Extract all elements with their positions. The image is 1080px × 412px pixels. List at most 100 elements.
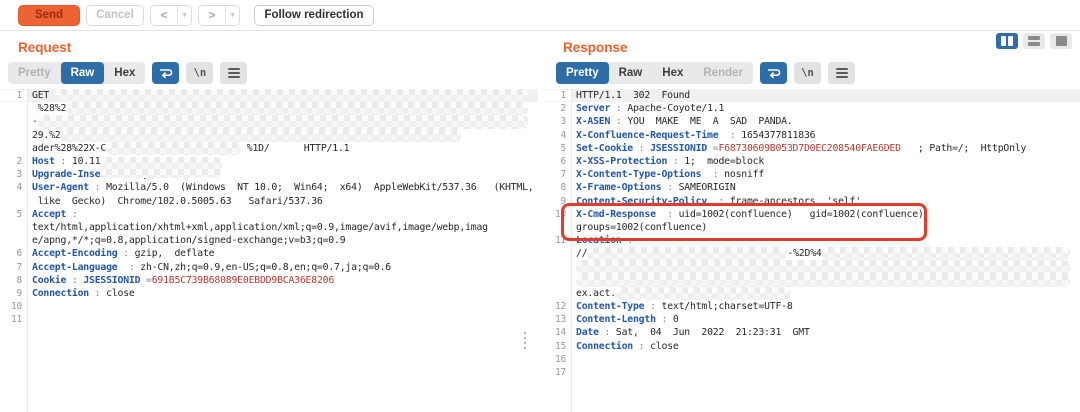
cancel-button[interactable]: Cancel bbox=[86, 5, 144, 26]
show-newlines-button[interactable]: \n bbox=[186, 62, 213, 84]
header-value: HTTP/1.1 302 Found bbox=[576, 90, 690, 101]
wrap-lines-icon bbox=[158, 67, 173, 79]
back-arrow-icon: < bbox=[151, 8, 177, 22]
code-line: 1 HTTP/1.1 302 Found bbox=[544, 89, 1080, 102]
redacted-region bbox=[587, 247, 787, 260]
header-value: : bbox=[718, 130, 741, 141]
line-number: 3 bbox=[0, 169, 27, 180]
line-number: 10 bbox=[544, 209, 571, 220]
header-value: e/apng,*/*;q=0.8,application/signed-exch… bbox=[32, 235, 345, 246]
code-line: %28%2 bbox=[0, 102, 538, 115]
header-value: : bbox=[55, 156, 72, 167]
header-name: Date bbox=[576, 327, 599, 338]
forward-dropdown-caret-icon[interactable]: ▾ bbox=[225, 6, 239, 25]
line-number: 9 bbox=[0, 288, 27, 299]
newline-icon: \n bbox=[194, 67, 207, 79]
header-name: X-Cmd-Response bbox=[576, 209, 656, 220]
send-button[interactable]: Send bbox=[18, 5, 80, 26]
highlighted-value: F68730609B053D7D0EC208540FAE6DED bbox=[718, 143, 900, 154]
tab-response-hex[interactable]: Hex bbox=[652, 62, 693, 84]
code-line: 8X-Frame-Options : SAMEORIGIN bbox=[544, 181, 1080, 194]
header-value: frame-ancestors 'self' bbox=[730, 196, 861, 207]
code-line: 17 bbox=[544, 366, 1080, 379]
header-value: like Gecko) Chrome/102.0.5005.63 Safari/… bbox=[32, 196, 323, 207]
code-line: ader%28%22X-C %1D/ HTTP/1.1 bbox=[0, 142, 538, 155]
code-line: //-%2D%4 bbox=[544, 247, 1080, 260]
line-number: 4 bbox=[544, 130, 571, 141]
tab-response-raw[interactable]: Raw bbox=[609, 62, 653, 84]
code-line bbox=[544, 274, 1080, 287]
editor-menu-button[interactable] bbox=[828, 62, 855, 84]
response-editor[interactable]: 1 HTTP/1.1 302 Found2Server : Apache-Coyo… bbox=[544, 89, 1080, 412]
line-number: 5 bbox=[0, 209, 27, 220]
line-number: 9 bbox=[544, 196, 571, 207]
redacted-region bbox=[61, 129, 461, 142]
code-line: 11 bbox=[0, 313, 538, 326]
history-back-button[interactable]: < ▾ bbox=[150, 5, 192, 26]
header-value: : bbox=[117, 248, 134, 259]
follow-redirection-button[interactable]: Follow redirection bbox=[254, 5, 374, 26]
code-line: 2Host : 10.11 bbox=[0, 155, 538, 168]
tab-request-hex[interactable]: Hex bbox=[104, 62, 145, 84]
header-value: : bbox=[89, 288, 106, 299]
header-value: Mozilla/5.0 (Windows NT 10.0; Win64; x64… bbox=[106, 182, 533, 193]
line-number: 7 bbox=[0, 262, 27, 273]
header-value: gzip, deflate bbox=[135, 248, 215, 259]
panel-splitter-handle[interactable] bbox=[524, 332, 526, 349]
show-newlines-button[interactable]: \n bbox=[794, 62, 821, 84]
line-number: 8 bbox=[544, 182, 571, 193]
header-value: : bbox=[610, 116, 627, 127]
highlighted-value: 691B5C739B68089E0EBDD9BCA36E8206 bbox=[152, 275, 334, 286]
header-name: X-Confluence-Request-Time bbox=[576, 130, 718, 141]
code-line: 14Date : Sat, 04 Jun 2022 21:23:31 GMT bbox=[544, 326, 1080, 339]
code-line: 5Set-Cookie : JSESSIONID =F68730609B053D… bbox=[544, 142, 1080, 155]
redacted-region bbox=[576, 274, 1070, 287]
code-line: 4X-Confluence-Request-Time : 16543778118… bbox=[544, 129, 1080, 142]
history-forward-button[interactable]: > ▾ bbox=[198, 5, 240, 26]
back-dropdown-caret-icon[interactable]: ▾ bbox=[177, 6, 191, 25]
code-line: 9Connection : close bbox=[0, 287, 538, 300]
line-number: 2 bbox=[0, 156, 27, 167]
header-value: - bbox=[32, 116, 38, 127]
newline-icon: \n bbox=[801, 67, 814, 79]
request-editor[interactable]: 1GET %28%2-29.%2ader%28%22X-C %1D/ HTTP/… bbox=[0, 89, 538, 412]
header-name: User-Agent bbox=[32, 182, 89, 193]
tab-request-raw[interactable]: Raw bbox=[61, 62, 105, 84]
hamburger-menu-icon bbox=[228, 68, 240, 78]
code-line: 6X-XSS-Protection : 1; mode=block bbox=[544, 155, 1080, 168]
header-value: : bbox=[656, 314, 673, 325]
line-number: 6 bbox=[0, 248, 27, 259]
code-line: 2Server : Apache-Coyote/1.1 bbox=[544, 102, 1080, 115]
editor-menu-button[interactable] bbox=[220, 62, 247, 84]
line-number: 7 bbox=[544, 169, 571, 180]
redacted-region bbox=[822, 247, 1070, 260]
header-value: close bbox=[650, 341, 679, 352]
tab-request-pretty: Pretty bbox=[8, 62, 61, 84]
code-line: - bbox=[0, 115, 538, 128]
header-value: : bbox=[661, 182, 678, 193]
header-name: X-Content-Type-Options bbox=[576, 169, 701, 180]
header-name: Cookie bbox=[32, 275, 66, 286]
line-number: 17 bbox=[544, 367, 571, 378]
tab-response-pretty[interactable]: Pretty bbox=[556, 62, 609, 84]
wrap-lines-button[interactable] bbox=[760, 62, 787, 84]
line-number: 2 bbox=[544, 103, 571, 114]
redacted-region bbox=[616, 287, 791, 300]
code-line: 8Cookie : JSESSIONID =691B5C739B68089E0E… bbox=[0, 274, 538, 287]
header-value: Sat, 04 Jun 2022 21:23:31 GMT bbox=[616, 327, 810, 338]
header-name: Set-Cookie bbox=[576, 143, 633, 154]
header-value: Apache-Coyote/1.1 bbox=[627, 103, 724, 114]
redacted-region bbox=[55, 89, 528, 102]
header-name: X-XSS-Protection bbox=[576, 156, 667, 167]
line-number: 1 bbox=[544, 90, 571, 101]
line-number: 11 bbox=[544, 235, 571, 246]
redacted-region bbox=[576, 260, 1070, 273]
request-panel-title: Request bbox=[18, 40, 538, 55]
header-value: : bbox=[622, 235, 639, 246]
response-panel-title: Response bbox=[563, 40, 1080, 55]
code-line: 6Accept-Encoding : gzip, deflate bbox=[0, 247, 538, 260]
request-panel: Request PrettyRawHex \n 1GET %28%2-29.%2… bbox=[0, 31, 538, 412]
code-line: 5Accept : bbox=[0, 208, 538, 221]
wrap-lines-button[interactable] bbox=[152, 62, 179, 84]
header-value: %1D/ HTTP/1.1 bbox=[241, 143, 349, 154]
